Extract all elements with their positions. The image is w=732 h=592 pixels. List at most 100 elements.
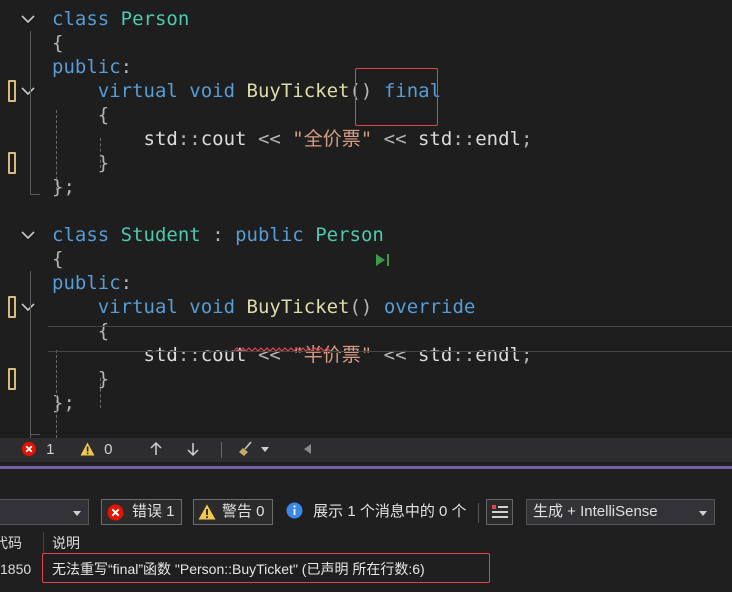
code-text: std::cout << "全价票" << std::endl; (52, 127, 533, 151)
error-code-cell: 1850 (0, 561, 32, 577)
code-line[interactable]: }; (0, 175, 732, 199)
error-count: 1 (46, 441, 55, 458)
code-token: std (417, 128, 453, 150)
code-text: virtual void BuyTicket() override (52, 295, 476, 319)
collapse-chevron-icon[interactable] (20, 79, 38, 103)
code-token: class (52, 8, 110, 30)
code-token: : (212, 224, 224, 246)
code-token: Person (315, 224, 384, 246)
code-token: Person (120, 8, 190, 30)
structure-guide-line (56, 110, 57, 190)
warning-count: 0 (104, 441, 113, 458)
code-token: public (52, 272, 121, 294)
code-cleanup-button[interactable] (238, 438, 270, 462)
collapse-chevron-icon[interactable] (20, 7, 38, 31)
structure-guide-line (56, 350, 57, 438)
info-icon (286, 502, 303, 519)
collapse-chevron-icon[interactable] (20, 223, 38, 247)
code-text: class Student : public Person (52, 223, 384, 247)
errors-filter-button[interactable]: 错误 1 (101, 499, 182, 525)
code-token: { (52, 32, 64, 54)
change-marker (8, 152, 16, 174)
code-token: public (235, 224, 304, 246)
code-token: BuyTicket (246, 80, 350, 102)
collapse-chevron-icon[interactable] (20, 295, 38, 319)
code-text: public: (52, 55, 132, 79)
scroll-left-button[interactable] (303, 438, 313, 462)
column-header-description[interactable]: 说明 (52, 532, 80, 554)
error-list-panel: 错误 1 警告 0 展示 1 个消息中的 0 个 生成 + IntelliSen… (0, 469, 732, 592)
next-issue-button[interactable] (185, 438, 201, 462)
code-token: std (143, 128, 178, 150)
code-line[interactable]: } (0, 367, 732, 391)
chevron-down-icon (73, 511, 81, 516)
errors-filter-label: 错误 1 (132, 503, 175, 520)
code-line[interactable]: std::cout << "全价票" << std::endl; (0, 127, 732, 151)
error-count-indicator[interactable]: 1 (22, 438, 55, 462)
structure-guide-line (100, 138, 101, 168)
code-text: { (52, 247, 63, 271)
broom-icon (239, 441, 252, 456)
code-line[interactable]: }; (0, 391, 732, 415)
caret-down-icon (261, 447, 270, 452)
arrow-down-icon (187, 443, 199, 457)
code-token: endl (475, 128, 521, 150)
code-line[interactable]: public: (0, 271, 732, 295)
code-editor[interactable]: class Person{public: virtual void BuyTic… (0, 0, 732, 438)
code-token: cout (200, 128, 247, 150)
code-line[interactable]: class Student : public Person (0, 223, 732, 247)
filter-list-icon (492, 505, 508, 518)
warning-icon (198, 504, 216, 520)
code-token: { (52, 248, 64, 270)
error-icon (107, 504, 124, 521)
arrow-up-icon (150, 441, 162, 455)
filter-toggle-button[interactable] (486, 499, 513, 525)
triangle-left-icon (304, 444, 311, 454)
code-line[interactable]: { (0, 31, 732, 55)
code-line[interactable]: { (0, 247, 732, 271)
final-highlight-box (355, 68, 438, 126)
previous-issue-button[interactable] (148, 438, 164, 462)
code-text: { (52, 103, 109, 127)
warning-icon (80, 442, 95, 456)
code-line[interactable]: class Person (0, 7, 732, 31)
code-line[interactable]: virtual void BuyTicket() override (0, 295, 732, 319)
error-row-highlight-box (42, 553, 490, 583)
code-line[interactable] (0, 199, 732, 223)
code-line[interactable]: } (0, 151, 732, 175)
code-token: << (383, 128, 407, 150)
code-token: override (383, 296, 476, 318)
code-token: class (52, 224, 110, 246)
structure-guide-end (30, 434, 40, 435)
filter-divider (478, 503, 479, 523)
code-token: virtual (97, 296, 178, 318)
scope-dropdown[interactable] (0, 499, 89, 525)
code-text: public: (52, 271, 132, 295)
warnings-filter-button[interactable]: 警告 0 (193, 499, 273, 525)
build-source-dropdown[interactable]: 生成 + IntelliSense (526, 499, 715, 525)
run-to-cursor-icon[interactable] (374, 252, 392, 268)
code-token: { (97, 104, 110, 126)
structure-guide-line (30, 31, 31, 194)
column-header-code[interactable]: 代码 (0, 532, 22, 554)
warning-count-indicator[interactable]: 0 (80, 438, 113, 462)
code-token: : (120, 56, 133, 78)
code-token: << (257, 128, 281, 150)
editor-status-bar: 1 0 (0, 438, 732, 462)
column-divider (43, 532, 44, 554)
messages-filter-button[interactable]: 展示 1 个消息中的 0 个 (286, 499, 467, 525)
code-token: () (349, 296, 373, 318)
